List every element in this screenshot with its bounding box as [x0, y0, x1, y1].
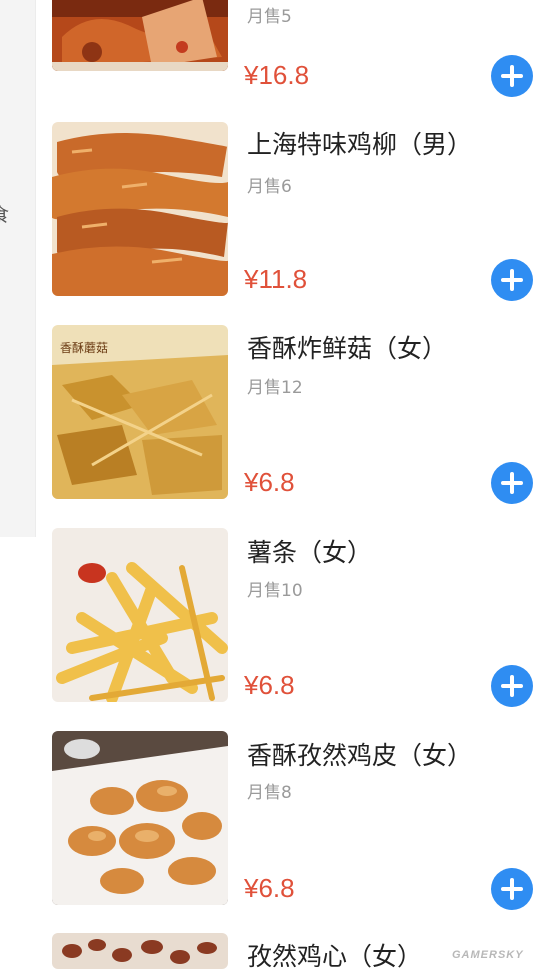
price: ¥16.8	[244, 60, 310, 90]
monthly-sales: 月售8	[247, 783, 292, 803]
dish-photo-braised-meat	[52, 0, 228, 71]
dish-name: 上海特味鸡柳（男）	[247, 130, 473, 159]
add-to-cart-button[interactable]	[491, 665, 533, 707]
price: ¥11.8	[244, 264, 308, 294]
watermark: GAMERSKY	[452, 949, 524, 961]
add-to-cart-button[interactable]	[491, 55, 533, 97]
plus-icon	[501, 65, 523, 87]
dish-name: 孜然鸡心（女）	[247, 942, 423, 969]
menu-list: 月售5 ¥16.8 上海特味鸡柳（男） 月售6 ¥11.8 香酥蘑菇 香酥炸鲜菇…	[0, 0, 550, 969]
price: ¥6.8	[244, 670, 295, 700]
list-item[interactable]: 薯条（女） 月售10 ¥6.8	[0, 528, 550, 728]
plus-icon	[501, 269, 523, 291]
dish-photo-fried-mushroom: 香酥蘑菇	[52, 325, 228, 499]
dish-photo-chicken-heart	[52, 933, 228, 969]
list-item[interactable]: 香酥孜然鸡皮（女） 月售8 ¥6.8	[0, 731, 550, 931]
add-to-cart-button[interactable]	[491, 462, 533, 504]
plus-icon	[501, 472, 523, 494]
dish-photo-french-fries	[52, 528, 228, 702]
plus-icon	[501, 878, 523, 900]
plus-icon	[501, 675, 523, 697]
monthly-sales: 月售12	[247, 378, 303, 398]
dish-photo-fried-chicken-skin	[52, 731, 228, 905]
photo-caption: 香酥蘑菇	[60, 341, 109, 355]
monthly-sales: 月售5	[247, 7, 292, 27]
dish-name: 香酥炸鲜菇（女）	[247, 334, 448, 363]
add-to-cart-button[interactable]	[491, 868, 533, 910]
monthly-sales: 月售10	[247, 581, 303, 601]
dish-name: 薯条（女）	[247, 538, 373, 567]
list-item[interactable]: 香酥蘑菇 香酥炸鲜菇（女） 月售12 ¥6.8	[0, 325, 550, 525]
add-to-cart-button[interactable]	[491, 259, 533, 301]
dish-photo-chicken-strips	[52, 122, 228, 296]
price: ¥6.8	[244, 873, 295, 903]
monthly-sales: 月售6	[247, 177, 292, 197]
price: ¥6.8	[244, 467, 295, 497]
list-item[interactable]: 月售5 ¥16.8	[0, 0, 550, 97]
dish-name: 香酥孜然鸡皮（女）	[247, 741, 473, 770]
list-item[interactable]: 上海特味鸡柳（男） 月售6 ¥11.8	[0, 120, 550, 320]
